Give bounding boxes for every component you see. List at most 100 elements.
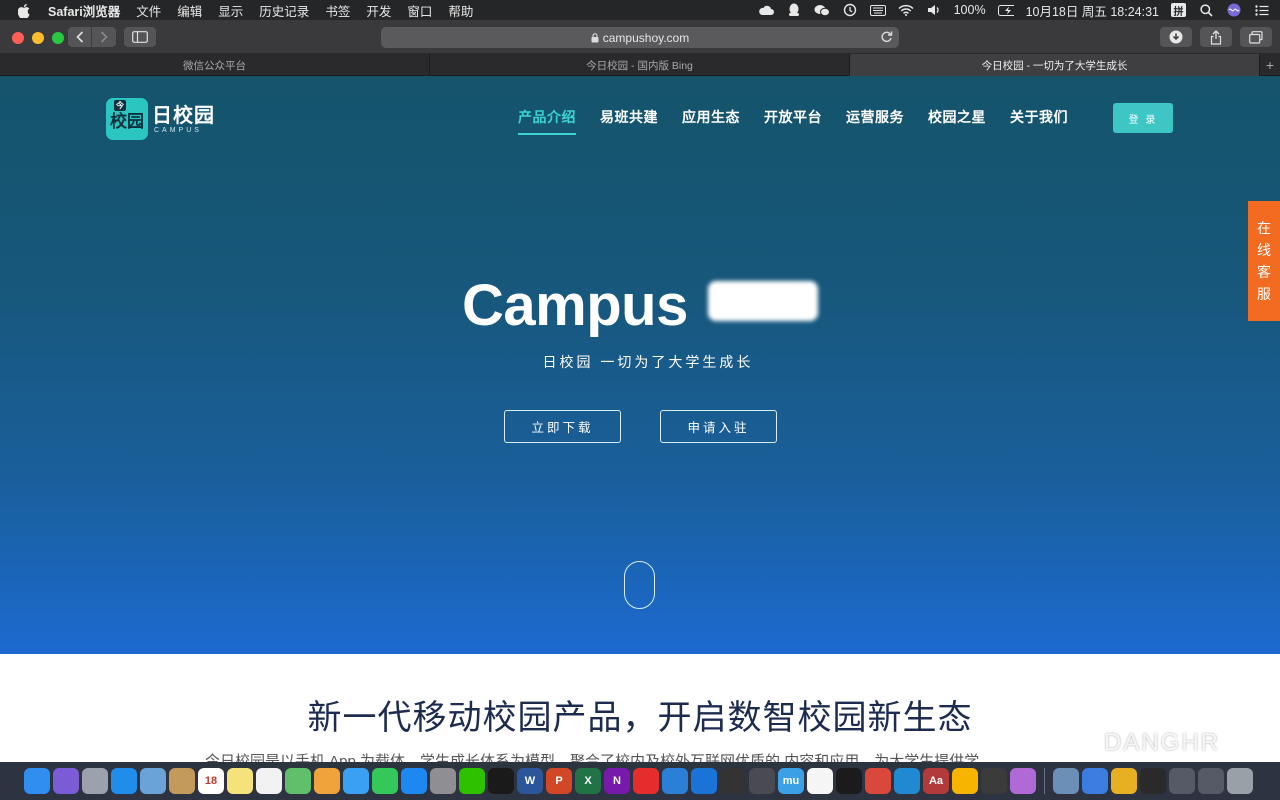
calendar-icon[interactable]: 18: [198, 768, 224, 794]
quicktime-icon[interactable]: [691, 768, 717, 794]
nav-campus-star[interactable]: 校园之星: [928, 107, 986, 127]
safari-icon[interactable]: [111, 768, 137, 794]
login-button[interactable]: 登 录: [1113, 103, 1173, 133]
wechat-status-icon[interactable]: [814, 3, 830, 17]
sketch-icon[interactable]: [952, 768, 978, 794]
tab-overview-button[interactable]: [1240, 27, 1272, 47]
finder-window-icon[interactable]: [1053, 768, 1079, 794]
icloud-icon[interactable]: [758, 3, 774, 17]
tab-wechat-platform[interactable]: 微信公众平台: [0, 54, 430, 76]
menu-bookmarks[interactable]: 书签: [325, 1, 350, 20]
nav-app-ecosystem[interactable]: 应用生态: [682, 107, 740, 127]
menu-view[interactable]: 显示: [218, 1, 243, 20]
forward-button[interactable]: [92, 27, 116, 47]
site-logo[interactable]: 今 校园 日校园 CAMPUS: [106, 98, 215, 140]
nav-about-us[interactable]: 关于我们: [1010, 107, 1068, 127]
mu-app-icon[interactable]: mu: [778, 768, 804, 794]
messages-icon[interactable]: [343, 768, 369, 794]
menu-edit[interactable]: 编辑: [177, 1, 202, 20]
keyboard-icon[interactable]: [1169, 768, 1195, 794]
apple-menu-icon[interactable]: [18, 3, 34, 18]
share-button[interactable]: [1200, 27, 1232, 47]
reminders-icon[interactable]: [256, 768, 282, 794]
appstore-icon[interactable]: [401, 768, 427, 794]
address-bar[interactable]: campushoy.com: [381, 27, 899, 48]
powerpoint-icon[interactable]: P: [546, 768, 572, 794]
tab-bing-search[interactable]: 今日校园 - 国内版 Bing: [430, 54, 850, 76]
feedback-icon[interactable]: [1010, 768, 1036, 794]
menu-develop[interactable]: 开发: [366, 1, 391, 20]
edge-icon[interactable]: [662, 768, 688, 794]
tab-campus-site[interactable]: 今日校园 - 一切为了大学生成长: [850, 54, 1260, 76]
sidebar-toggle-button[interactable]: [124, 27, 156, 47]
menu-window[interactable]: 窗口: [407, 1, 432, 20]
time-machine-icon[interactable]: [842, 3, 858, 17]
keyboard2-icon[interactable]: [1198, 768, 1224, 794]
menu-help[interactable]: 帮助: [448, 1, 473, 20]
notes-icon[interactable]: [227, 768, 253, 794]
online-service-tab[interactable]: 在 线 客 服: [1248, 201, 1280, 321]
menubar-clock[interactable]: 10月18日 周五 18:24:31: [1026, 1, 1159, 20]
netease-music-icon[interactable]: [633, 768, 659, 794]
system-preferences-icon[interactable]: [430, 768, 456, 794]
dock-separator: [1044, 768, 1045, 794]
contacts-icon[interactable]: [169, 768, 195, 794]
preview-icon[interactable]: [140, 768, 166, 794]
terminal-icon[interactable]: [836, 768, 862, 794]
spotlight-search-icon[interactable]: [1198, 3, 1214, 17]
apply-join-button[interactable]: 申请入驻: [660, 410, 777, 443]
qq-icon[interactable]: [488, 768, 514, 794]
window-zoom-button[interactable]: [52, 32, 64, 44]
window-minimize-button[interactable]: [32, 32, 44, 44]
excel-icon[interactable]: X: [575, 768, 601, 794]
menu-file[interactable]: 文件: [136, 1, 161, 20]
nav-operation-service[interactable]: 运营服务: [846, 107, 904, 127]
battery-charging-icon[interactable]: [997, 3, 1014, 17]
onenote-icon[interactable]: N: [604, 768, 630, 794]
word-icon[interactable]: W: [517, 768, 543, 794]
vscode-icon[interactable]: [894, 768, 920, 794]
menubar-status-area: 100% 10月18日 周五 18:24:31 拼: [758, 0, 1270, 20]
network-icon[interactable]: [981, 768, 1007, 794]
launchpad-icon[interactable]: [82, 768, 108, 794]
keyboard-status-icon[interactable]: [869, 3, 886, 17]
wifi-icon[interactable]: [898, 3, 914, 17]
logo-subtitle: CAMPUS: [154, 126, 202, 134]
new-tab-button[interactable]: +: [1260, 54, 1280, 76]
ticktick-icon[interactable]: [807, 768, 833, 794]
qq-status-icon[interactable]: [786, 3, 802, 17]
hero-subtitle: 日校园 一切为了大学生成长: [542, 354, 754, 370]
window-close-button[interactable]: [12, 32, 24, 44]
downloads-button[interactable]: [1160, 27, 1192, 47]
siri-icon[interactable]: [53, 768, 79, 794]
facetime-icon[interactable]: [372, 768, 398, 794]
menu-app-name[interactable]: Safari浏览器: [48, 1, 120, 20]
utility-icon[interactable]: [749, 768, 775, 794]
chrome-icon[interactable]: [1111, 768, 1137, 794]
nav-open-platform[interactable]: 开放平台: [764, 107, 822, 127]
menu-history[interactable]: 历史记录: [259, 1, 309, 20]
iphone-icon[interactable]: [1140, 768, 1166, 794]
finder-icon[interactable]: [24, 768, 50, 794]
scroll-mouse-icon[interactable]: [624, 561, 655, 609]
virtual-machine-icon[interactable]: [865, 768, 891, 794]
macos-menu-bar: Safari浏览器 文件 编辑 显示 历史记录 书签 开发 窗口 帮助 100%…: [0, 0, 1280, 20]
download-button[interactable]: 立即下载: [504, 410, 621, 443]
maps-icon[interactable]: [285, 768, 311, 794]
photos-icon[interactable]: [314, 768, 340, 794]
nav-product-intro[interactable]: 产品介绍: [518, 107, 576, 135]
nav-yiban[interactable]: 易班共建: [600, 107, 658, 127]
wechat-watermark-icon: [1059, 729, 1097, 757]
volume-icon[interactable]: [926, 3, 942, 17]
dictionary-icon[interactable]: Aa: [923, 768, 949, 794]
xcode-icon[interactable]: [1082, 768, 1108, 794]
wechat-icon[interactable]: [459, 768, 485, 794]
trash-icon[interactable]: [1227, 768, 1253, 794]
input-method-icon[interactable]: 拼: [1171, 3, 1186, 18]
final-cut-icon[interactable]: [720, 768, 746, 794]
back-button[interactable]: [68, 27, 92, 47]
reload-icon[interactable]: [880, 30, 893, 43]
siri-menubar-icon[interactable]: [1226, 3, 1242, 17]
watermark: DANGHR: [1058, 728, 1220, 758]
notification-center-icon[interactable]: [1254, 3, 1270, 17]
